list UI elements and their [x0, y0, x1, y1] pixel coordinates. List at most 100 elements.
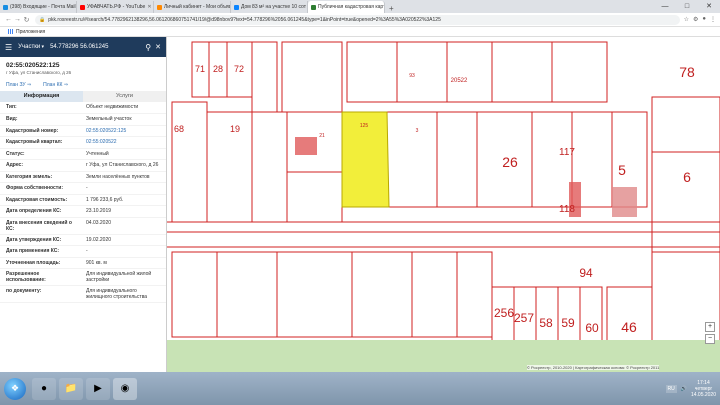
property-row: Кадастровая стоимость: 1 796 233,6 руб.	[0, 194, 166, 206]
search-input[interactable]: 54.778296 56.061245	[50, 44, 145, 50]
explorer-icon[interactable]: 📁	[59, 377, 83, 400]
forward-icon[interactable]: →	[13, 16, 22, 23]
plan-kk-link[interactable]: План КК ⇒	[43, 82, 68, 88]
browser-tab[interactable]: Личный кабинет - Мои объявл✕	[154, 1, 231, 13]
browser-tab[interactable]: (398) Входящие - Почта Mail.ru✕	[0, 1, 77, 13]
property-value: -	[80, 245, 166, 258]
property-value: Земли населённых пунктов	[80, 171, 166, 183]
parcel-number-label: 94	[579, 266, 593, 280]
property-value: Учтенный	[80, 148, 166, 160]
parcel-number-label: 118	[559, 204, 575, 215]
property-value: -	[80, 182, 166, 195]
apps-grid-icon	[8, 29, 13, 34]
panel-tabs: Информация Услуги	[0, 91, 166, 102]
property-key: Форма собственности:	[0, 182, 80, 195]
property-key: Разрешенное использование:	[0, 268, 80, 286]
minimize-icon[interactable]: —	[654, 0, 676, 13]
url-input[interactable]: 🔒 pkk.rosreestr.ru/#/search/54.778296213…	[35, 14, 680, 25]
tab-close-icon[interactable]: ✕	[145, 4, 151, 10]
reload-icon[interactable]: ↻	[22, 16, 31, 24]
map-canvas[interactable]: 71 28 72 68 19 20522 125 26 117 118 5 6 78 256 257 58 59…	[167, 37, 720, 372]
property-key: Дата внесения сведений о КС:	[0, 217, 80, 235]
parcel-title: 02:55:020522:125	[6, 62, 60, 69]
maximize-icon[interactable]: □	[676, 0, 698, 13]
property-value[interactable]: 02:55:020522:125	[80, 125, 166, 137]
browser-tab[interactable]: Публичная кадастровая карта✕	[308, 1, 385, 13]
property-key: Адрес:	[0, 159, 80, 172]
bookmarks-bar: Приложения	[0, 27, 720, 37]
search-type-select[interactable]: Участки	[18, 44, 44, 50]
volume-icon[interactable]: 🔊	[681, 386, 687, 392]
property-key: по документу:	[0, 285, 80, 303]
tab-label: УФАВЧАТЬ.РФ - YouTube	[87, 4, 146, 10]
parcel-number-label: 68	[174, 124, 184, 134]
plan-zu-link[interactable]: План ЗУ ⇒	[6, 82, 31, 88]
chrome-icon[interactable]: ◉	[113, 377, 137, 400]
cadastral-map[interactable]: 71 28 72 68 19 20522 125 26 117 118 5 6 78 256 257 58 59…	[167, 37, 720, 372]
property-value: Для индивидуальной жилой застройки	[80, 268, 166, 286]
browser-tab[interactable]: УФАВЧАТЬ.РФ - YouTube ✕	[77, 1, 154, 13]
profile-icon[interactable]: ●	[702, 16, 706, 23]
map-attribution: © Росреестр, 2010-2020 | Картографическа…	[527, 365, 660, 370]
zoom-in-button[interactable]: +	[705, 322, 715, 332]
tab-favicon-icon	[311, 4, 316, 10]
property-row: Дата применения КС: -	[0, 245, 166, 258]
parcel-number-label: 28	[213, 64, 223, 74]
tab-label: Публичная кадастровая карта	[318, 4, 385, 10]
parcel-number-label: 19	[230, 124, 240, 134]
parcel-number-label: 93	[409, 73, 415, 79]
new-tab-button[interactable]: +	[385, 4, 398, 13]
language-indicator[interactable]: RU	[665, 384, 677, 393]
close-window-icon[interactable]: ✕	[698, 0, 720, 13]
search-bar: ☰ Участки 54.778296 56.061245 ⚲ ✕	[0, 37, 166, 57]
property-value: Земельный участок	[80, 113, 166, 126]
start-button[interactable]: ❖	[4, 377, 26, 400]
property-value: 04.03.2020	[80, 217, 166, 235]
parcel-number-label: 78	[679, 64, 695, 80]
hamburger-menu-icon[interactable]: ☰	[5, 43, 12, 52]
system-tray: RU 🔊 17:14 четверг 14.05.2020	[665, 380, 716, 398]
media-player-icon[interactable]: ▶	[86, 377, 110, 400]
tab-info[interactable]: Информация	[0, 91, 83, 102]
property-value: г Уфа, ул Станиславского, д 26	[80, 159, 166, 172]
parcel-number-label: 46	[621, 319, 637, 335]
property-key: Кадастровая стоимость:	[0, 194, 80, 206]
tab-services[interactable]: Услуги	[83, 91, 166, 102]
property-key: Кадастровый квартал:	[0, 136, 80, 149]
address-bar: ← → ↻ 🔒 pkk.rosreestr.ru/#/search/54.778…	[0, 13, 720, 27]
tab-label: Личный кабинет - Мои объявл	[164, 4, 231, 10]
parcel-number-label: 60	[585, 321, 599, 335]
browser-tab-bar: (398) Входящие - Почта Mail.ru✕УФАВЧАТЬ.…	[0, 0, 720, 13]
parcel-number-label: 20522	[451, 78, 468, 84]
bookmark-apps[interactable]: Приложения	[16, 29, 45, 35]
parcel-number-label: 257	[514, 311, 534, 325]
star-icon[interactable]: ☆	[684, 16, 689, 23]
parcel-number-label: 59	[561, 316, 575, 330]
search-icon[interactable]: ⚲	[145, 43, 151, 52]
tab-favicon-icon	[80, 4, 85, 10]
extensions-icon[interactable]: ⚙	[693, 16, 698, 23]
property-key: Статус:	[0, 148, 80, 160]
clock[interactable]: 17:14 четверг 14.05.2020	[691, 380, 716, 398]
parcel-number-label: 58	[539, 316, 553, 330]
property-value: 1 796 233,6 руб.	[80, 194, 166, 206]
zoom-out-button[interactable]: −	[705, 334, 715, 344]
back-icon[interactable]: ←	[4, 16, 13, 23]
property-value: Для индивидуального жилищного строительс…	[80, 285, 166, 303]
menu-dots-icon[interactable]: ⋮	[710, 16, 716, 23]
parcel-address: г Уфа, ул Станиславского, д 26	[6, 70, 72, 75]
property-value[interactable]: 02:55:020522	[80, 136, 166, 149]
property-row: Дата определения КС: 23.10.2019	[0, 205, 166, 218]
browser-tab[interactable]: Дом 83 м² на участке 10 сот✕	[231, 1, 308, 13]
property-key: Категория земель:	[0, 171, 80, 183]
ie-icon[interactable]: ●	[32, 377, 56, 400]
property-row: Вид: Земельный участок	[0, 113, 166, 126]
parcel-number-label: 256	[494, 306, 514, 320]
lock-icon: 🔒	[39, 16, 46, 23]
tab-favicon-icon	[3, 4, 8, 10]
property-key: Дата применения КС:	[0, 245, 80, 258]
property-row: Уточненная площадь: 901 кв. м	[0, 257, 166, 269]
close-icon[interactable]: ✕	[155, 43, 161, 51]
address-icons: ☆ ⚙ ● ⋮	[684, 16, 716, 23]
property-key: Дата утверждения КС:	[0, 234, 80, 246]
